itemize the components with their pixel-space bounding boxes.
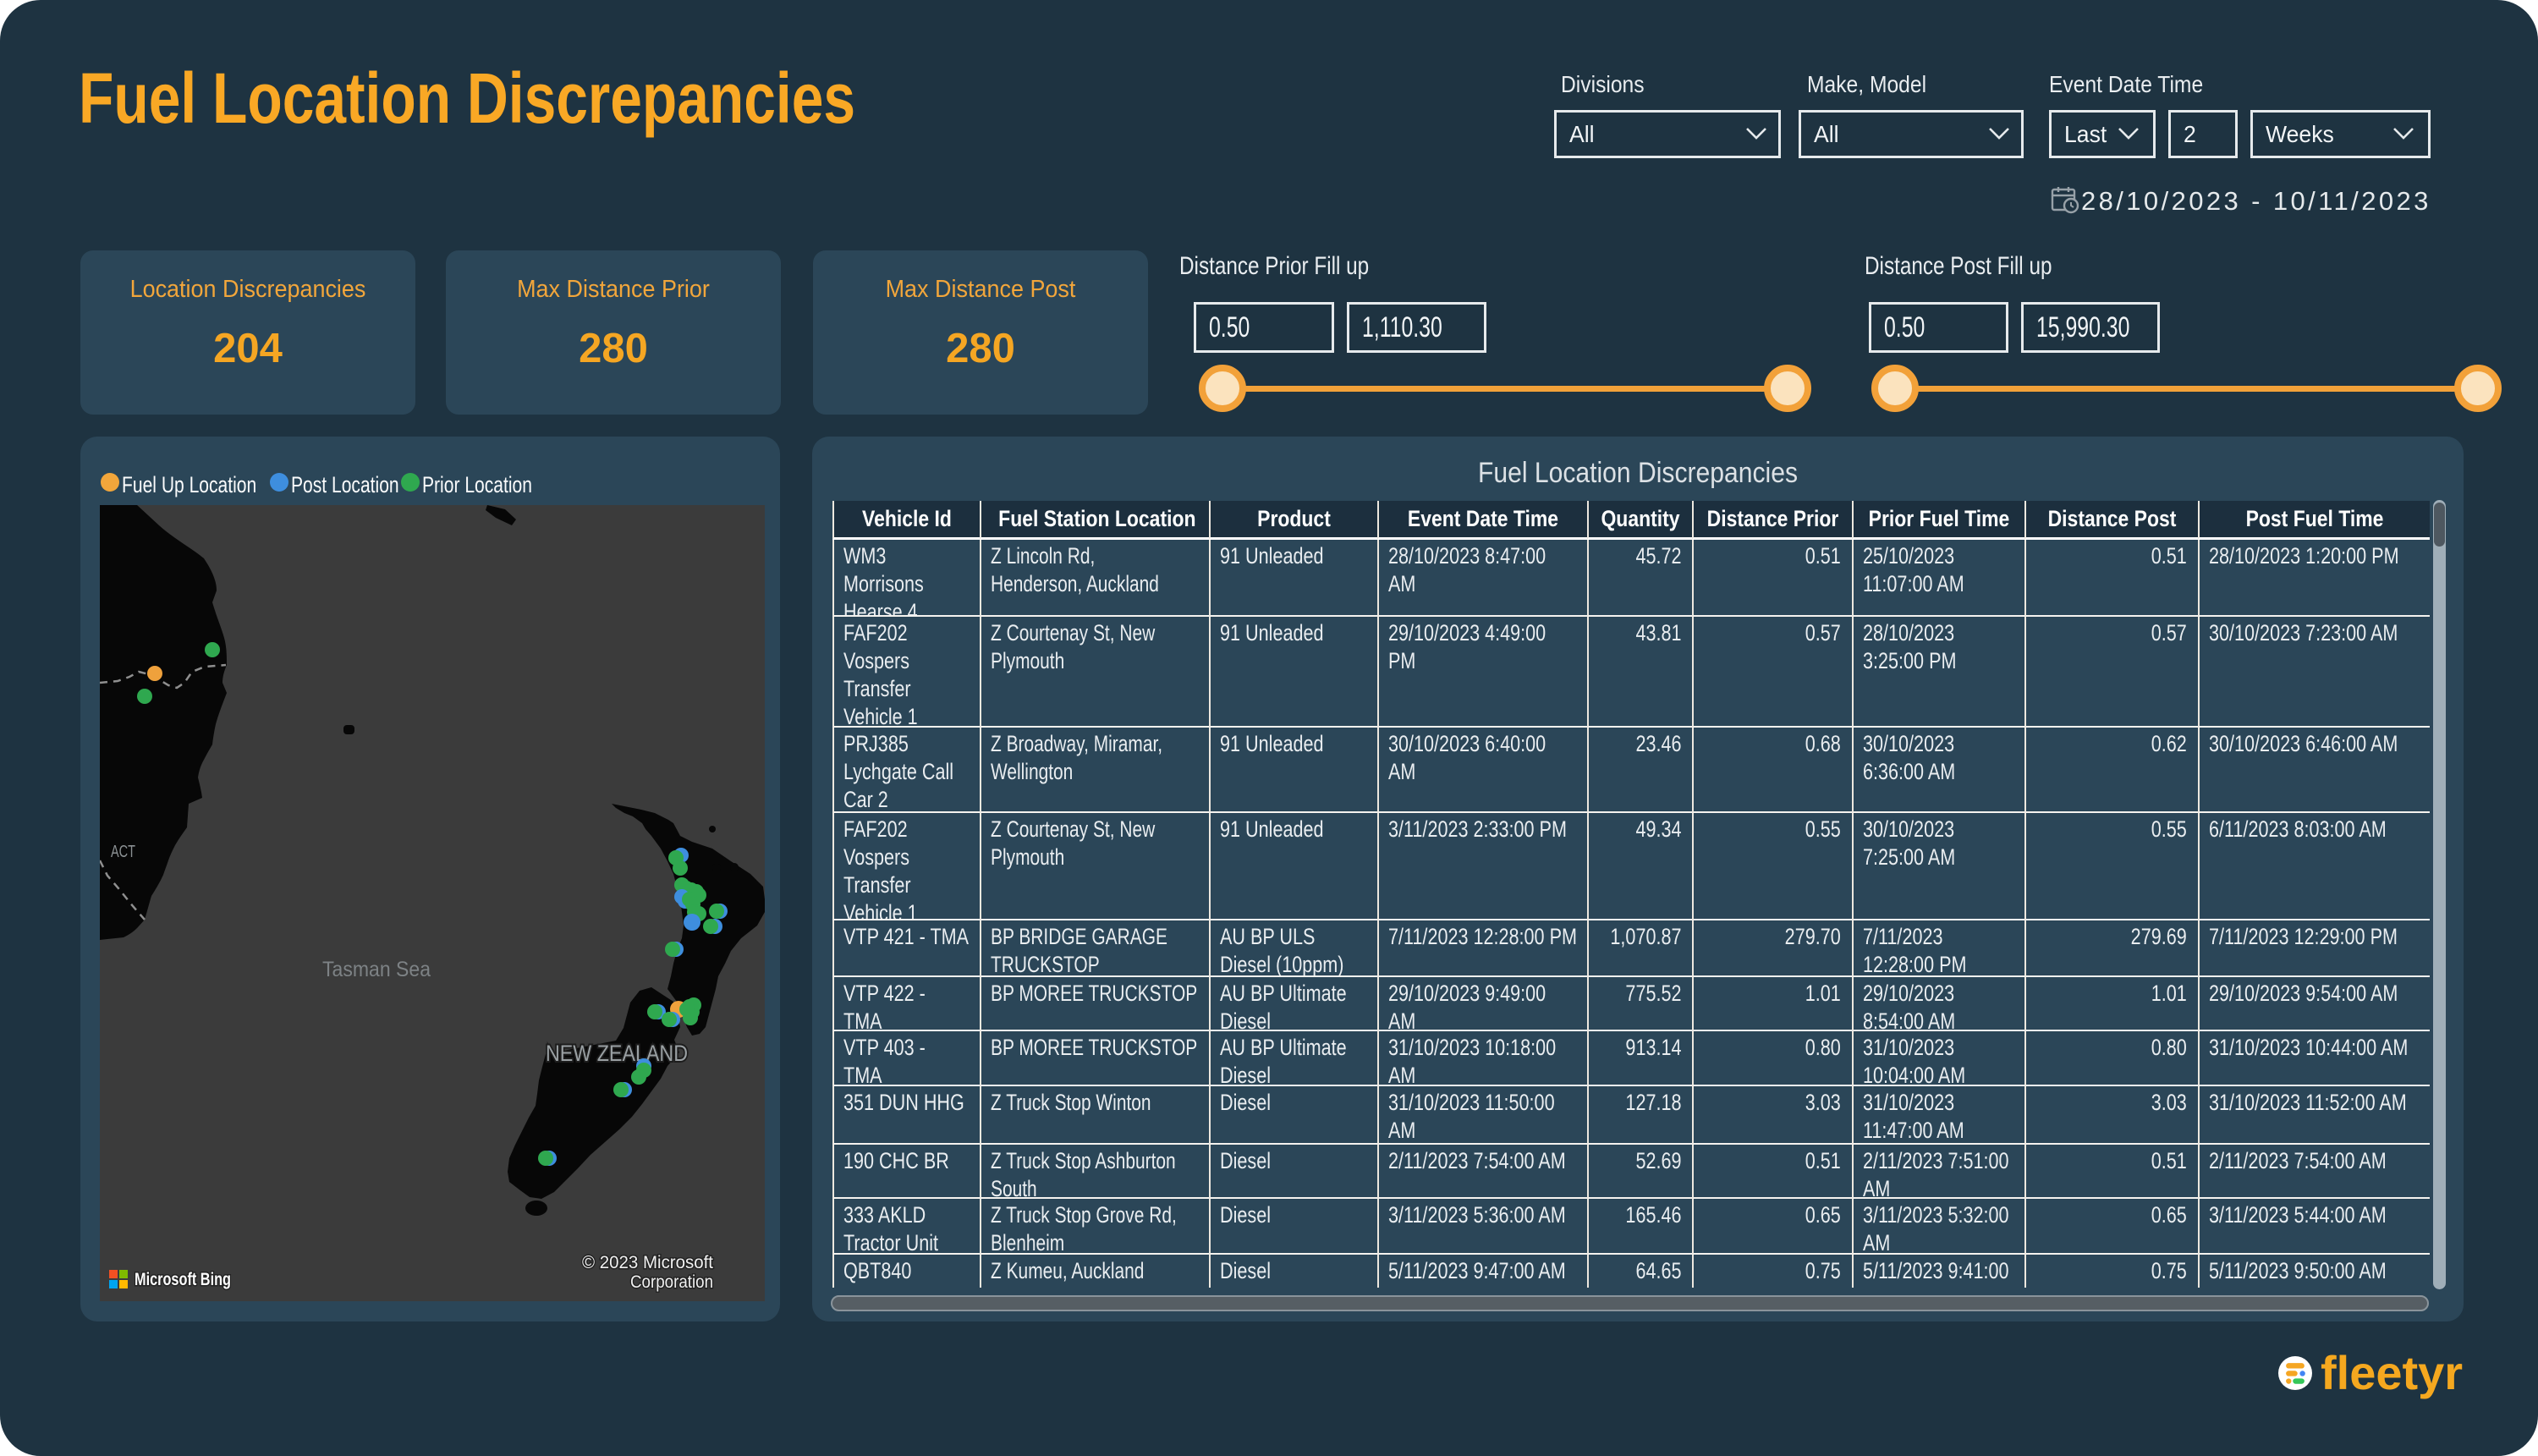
svg-text:NEW ZEALAND: NEW ZEALAND <box>546 1041 688 1066</box>
svg-text:ACT: ACT <box>111 843 135 861</box>
svg-text:© 2023 Microsoft: © 2023 Microsoft <box>582 1253 713 1272</box>
svg-text:Tasman Sea: Tasman Sea <box>322 958 431 981</box>
svg-text:Microsoft Bing: Microsoft Bing <box>135 1270 231 1289</box>
svg-text:Corporation: Corporation <box>630 1272 713 1292</box>
